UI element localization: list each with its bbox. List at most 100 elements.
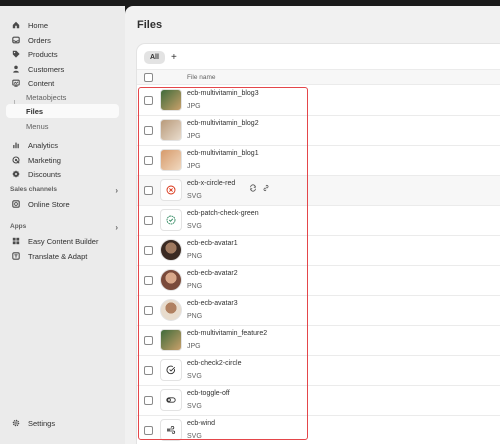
inbox-icon (10, 36, 22, 44)
sidebar-item-translate-adapt[interactable]: Translate & Adapt (6, 249, 119, 263)
sidebar-item-label: Settings (28, 418, 56, 428)
sidebar-item-label: Metaobjects (26, 92, 67, 102)
row-checkbox[interactable] (144, 246, 153, 255)
section-label: Sales channels (10, 186, 57, 193)
row-checkbox[interactable] (144, 186, 153, 195)
sidebar-item-label: Marketing (28, 155, 61, 165)
sidebar-item-content[interactable]: Content (6, 76, 119, 90)
file-name[interactable]: ecb-multivitamin_blog3 (187, 90, 259, 97)
avatar-thumbnail[interactable] (160, 269, 182, 291)
sidebar-item-metaobjects[interactable]: Metaobjects (6, 90, 119, 104)
row-checkbox[interactable] (144, 96, 153, 105)
wind-icon[interactable] (160, 419, 182, 441)
table-row[interactable]: ecb-ecb-avatar2 PNG (137, 266, 500, 296)
file-name[interactable]: ecb-multivitamin_blog1 (187, 150, 259, 157)
sidebar: Home Orders Products Customers Content M… (0, 6, 125, 444)
row-checkbox[interactable] (144, 156, 153, 165)
select-all-checkbox[interactable] (144, 73, 153, 82)
tag-icon (10, 50, 22, 58)
chevron-right-icon: › (115, 186, 118, 195)
row-checkbox[interactable] (144, 276, 153, 285)
sidebar-item-orders[interactable]: Orders (6, 33, 119, 47)
sidebar-item-files[interactable]: Files (6, 104, 119, 118)
patch-check-green-icon[interactable] (160, 209, 182, 231)
row-checkbox[interactable] (144, 126, 153, 135)
table-row[interactable]: ecb-multivitamin_blog3 JPG (137, 86, 500, 116)
sales-channels-section[interactable]: Sales channels › (10, 186, 118, 195)
files-card: All + File name ecb-multivitamin_blog3 JP… (137, 44, 500, 444)
row-checkbox[interactable] (144, 366, 153, 375)
sidebar-item-label: Home (28, 20, 49, 30)
table-row[interactable]: ecb-wind SVG (137, 416, 500, 444)
file-type: PNG (187, 253, 203, 260)
row-checkbox[interactable] (144, 306, 153, 315)
sidebar-item-marketing[interactable]: Marketing (6, 153, 119, 167)
x-circle-red-icon[interactable] (160, 179, 182, 201)
sidebar-item-label: Translate & Adapt (28, 251, 88, 261)
store-icon (10, 200, 22, 208)
file-name[interactable]: ecb-toggle-off (187, 390, 230, 397)
replace-file-icon[interactable] (249, 179, 257, 197)
file-thumbnail-image[interactable] (160, 89, 182, 111)
file-type: SVG (187, 373, 202, 380)
table-header: File name (137, 69, 500, 85)
table-row[interactable]: ecb-multivitamin_blog2 JPG (137, 116, 500, 146)
file-thumbnail-image[interactable] (160, 329, 182, 351)
row-checkbox[interactable] (144, 216, 153, 225)
file-type: PNG (187, 313, 203, 320)
sidebar-item-label: Discounts (28, 169, 61, 179)
file-name[interactable]: ecb-ecb-avatar3 (187, 300, 238, 307)
sidebar-item-analytics[interactable]: Analytics (6, 138, 119, 152)
sidebar-item-home[interactable]: Home (6, 18, 119, 32)
table-row[interactable]: ecb-toggle-off SVG (137, 386, 500, 416)
sidebar-item-products[interactable]: Products (6, 47, 119, 61)
file-type: JPG (187, 133, 201, 140)
sidebar-item-label: Orders (28, 35, 51, 45)
file-name[interactable]: ecb-multivitamin_blog2 (187, 120, 259, 127)
discount-icon (10, 170, 22, 178)
table-row[interactable]: ecb-check2-circle SVG (137, 356, 500, 386)
row-checkbox[interactable] (144, 336, 153, 345)
file-type: JPG (187, 103, 201, 110)
table-row[interactable]: ecb-patch-check-green SVG (137, 206, 500, 236)
file-thumbnail-image[interactable] (160, 119, 182, 141)
toggle-off-icon[interactable] (160, 389, 182, 411)
add-view-button[interactable]: + (171, 52, 177, 63)
file-name[interactable]: ecb-x-circle-red (187, 180, 235, 187)
file-name[interactable]: ecb-ecb-avatar1 (187, 240, 238, 247)
sidebar-item-label: Files (26, 106, 44, 116)
sidebar-item-customers[interactable]: Customers (6, 62, 119, 76)
sidebar-item-label: Easy Content Builder (28, 236, 99, 246)
check-circle-icon[interactable] (160, 359, 182, 381)
sidebar-item-label: Customers (28, 64, 65, 74)
row-checkbox[interactable] (144, 396, 153, 405)
sidebar-item-menus[interactable]: Menus (6, 119, 119, 133)
file-type: JPG (187, 163, 201, 170)
apps-section[interactable]: Apps › (10, 223, 118, 232)
avatar-thumbnail[interactable] (160, 299, 182, 321)
sidebar-item-settings[interactable]: Settings (6, 416, 119, 430)
file-name[interactable]: ecb-multivitamin_feature2 (187, 330, 267, 337)
file-type: JPG (187, 343, 201, 350)
table-row[interactable]: ecb-x-circle-red SVG (137, 176, 500, 206)
table-row[interactable]: ecb-multivitamin_feature2 JPG (137, 326, 500, 356)
sidebar-item-easy-content-builder[interactable]: Easy Content Builder (6, 234, 119, 248)
sidebar-item-online-store[interactable]: Online Store (6, 197, 119, 211)
file-name[interactable]: ecb-check2-circle (187, 360, 241, 367)
bar-chart-icon (10, 141, 22, 149)
copy-link-icon[interactable] (262, 179, 270, 197)
avatar-thumbnail[interactable] (160, 239, 182, 261)
chevron-right-icon: › (115, 223, 118, 232)
tab-all[interactable]: All (144, 50, 165, 64)
sidebar-item-label: Products (28, 49, 58, 59)
row-checkbox[interactable] (144, 426, 153, 435)
table-row[interactable]: ecb-ecb-avatar3 PNG (137, 296, 500, 326)
file-thumbnail-image[interactable] (160, 149, 182, 171)
sidebar-item-discounts[interactable]: Discounts (6, 167, 119, 181)
file-name[interactable]: ecb-wind (187, 420, 215, 427)
file-name[interactable]: ecb-patch-check-green (187, 210, 259, 217)
table-row[interactable]: ecb-ecb-avatar1 PNG (137, 236, 500, 266)
file-name[interactable]: ecb-ecb-avatar2 (187, 270, 238, 277)
table-row[interactable]: ecb-multivitamin_blog1 JPG (137, 146, 500, 176)
column-header-file-name[interactable]: File name (187, 74, 216, 81)
